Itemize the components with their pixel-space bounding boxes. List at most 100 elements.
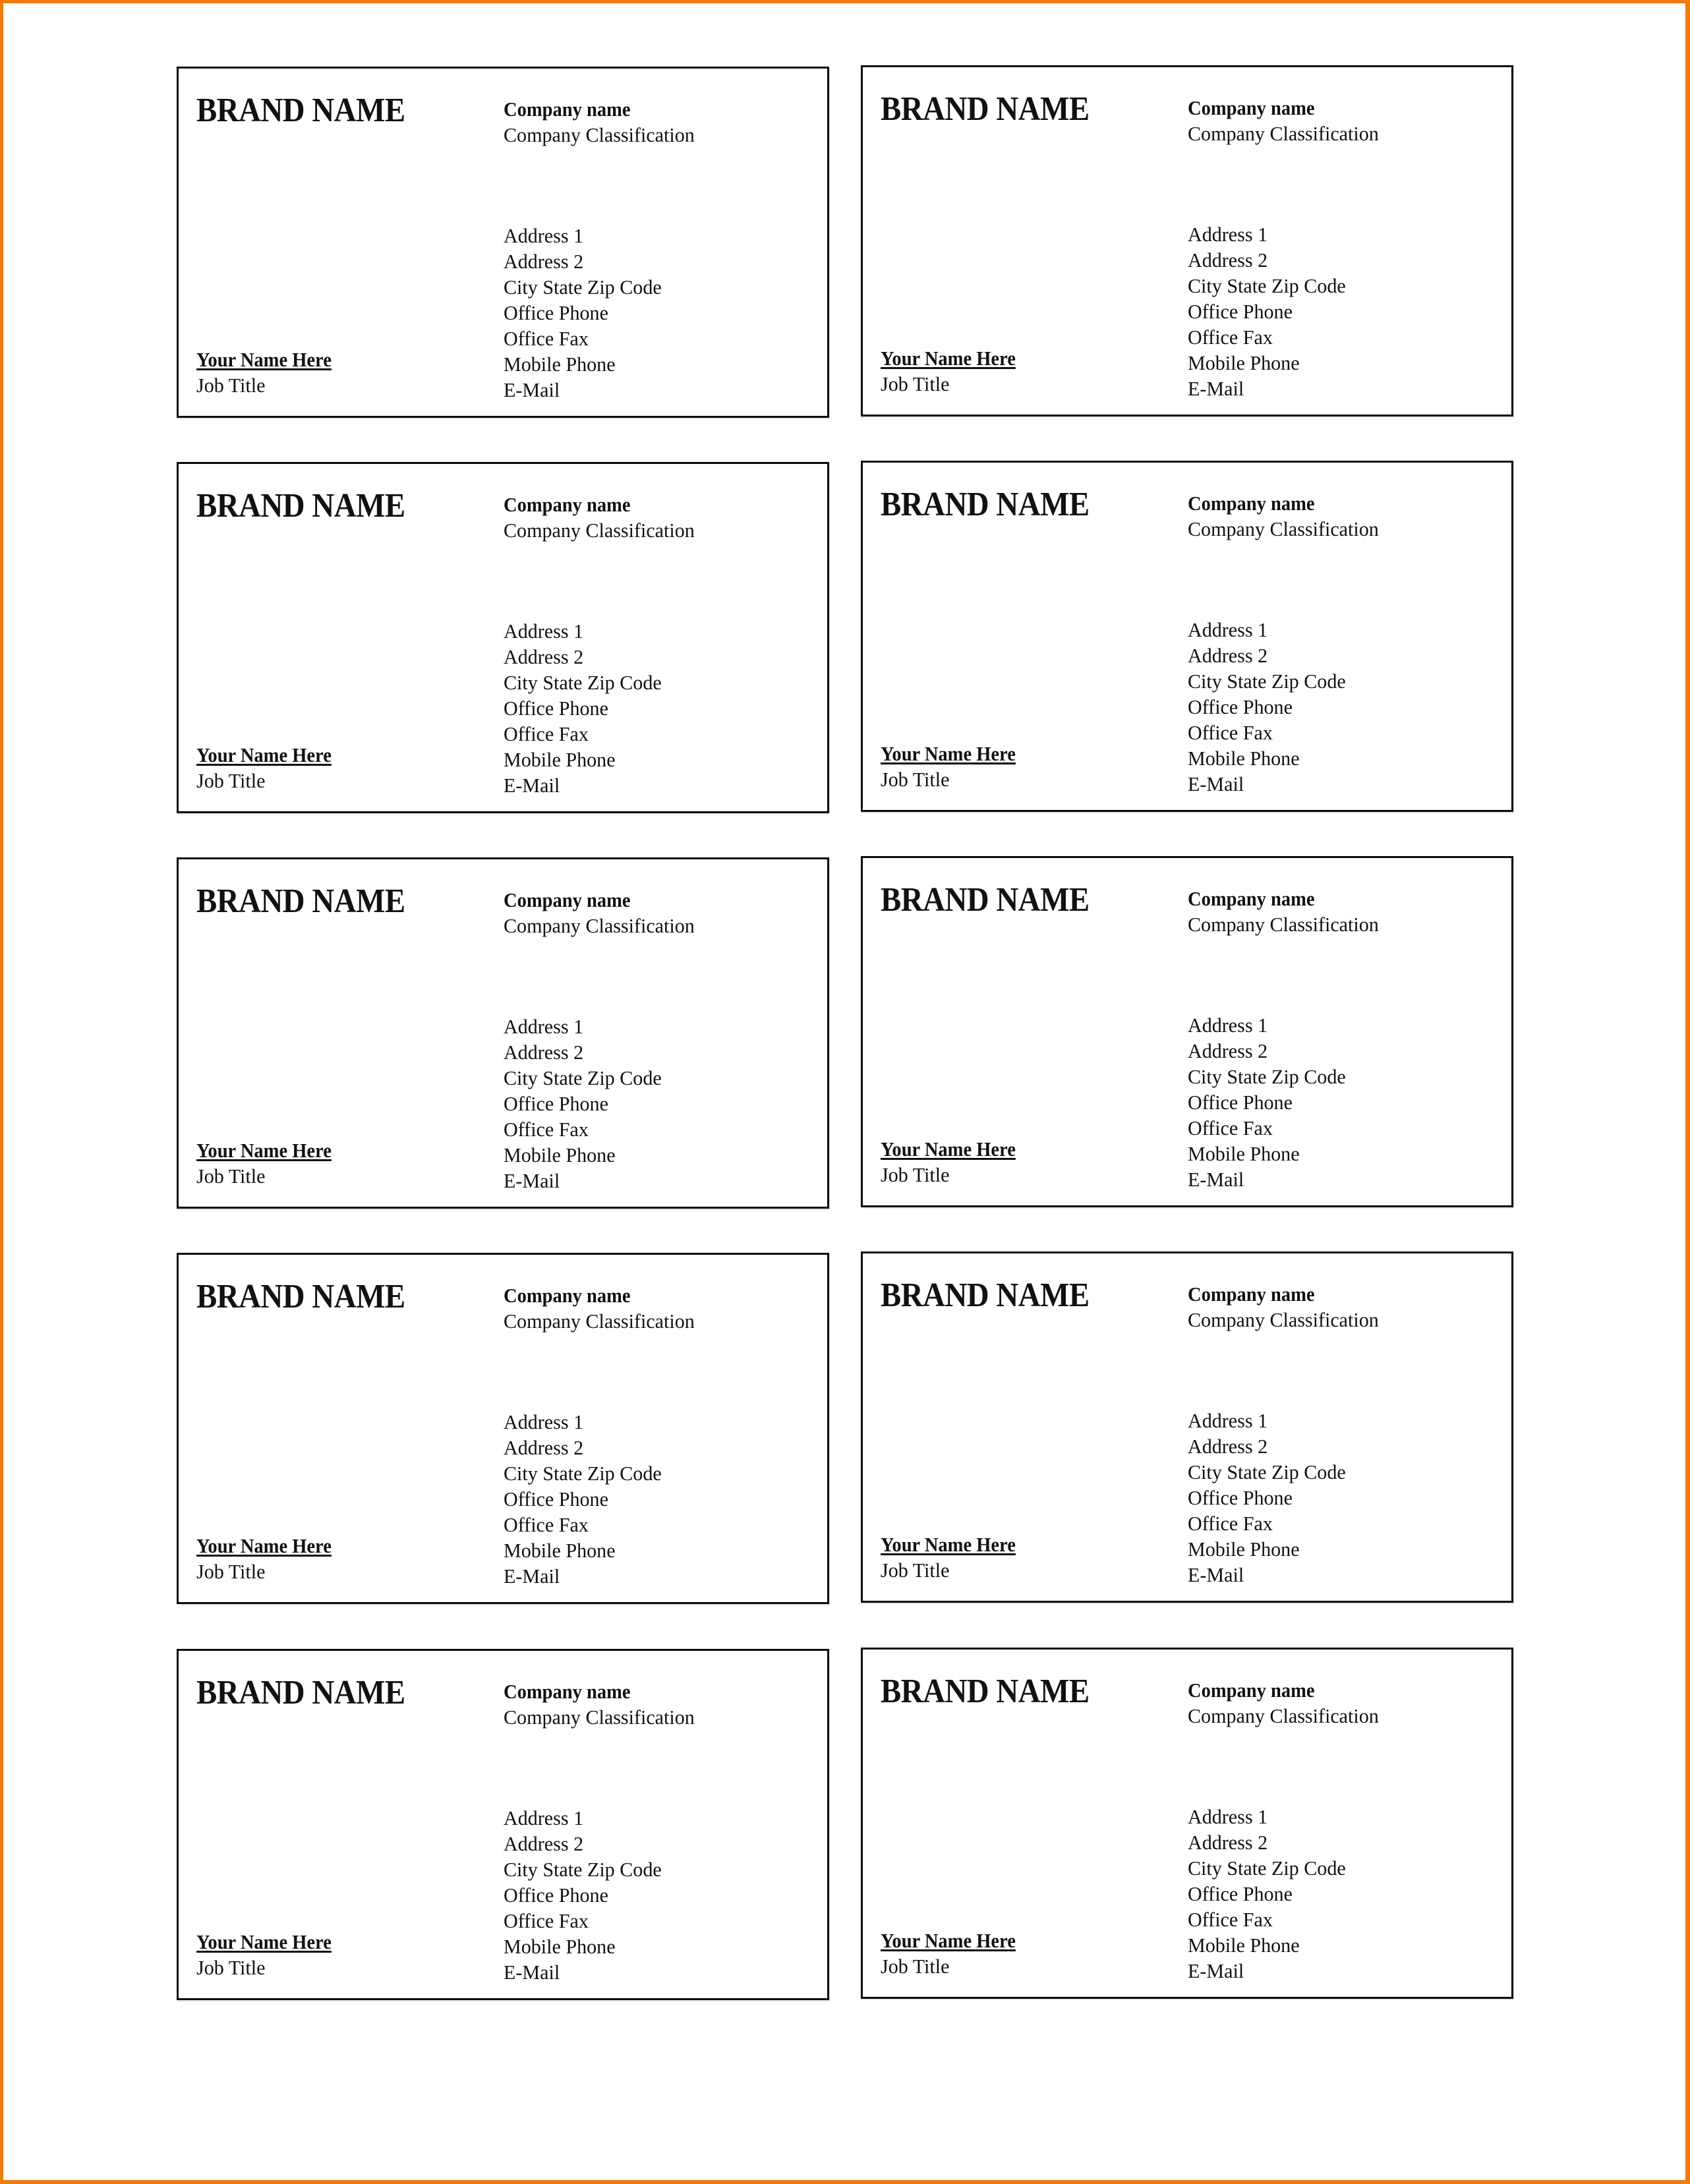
contact-city-state-zip: City State Zip Code <box>1188 1460 1346 1483</box>
contact-list: Address 1 Address 2 City State Zip Code … <box>1188 1804 1351 1984</box>
contact-list: Address 1 Address 2 City State Zip Code … <box>504 618 666 798</box>
job-title: Job Title <box>196 1560 266 1583</box>
contact-address-2: Address 2 <box>1188 644 1268 667</box>
brand-name: BRAND NAME <box>196 1278 405 1315</box>
contact-email: E-Mail <box>1188 1959 1244 1982</box>
job-title: Job Title <box>196 769 266 792</box>
brand-name: BRAND NAME <box>881 881 1090 919</box>
job-title: Job Title <box>881 372 950 395</box>
contact-mobile-phone: Mobile Phone <box>1188 1934 1300 1957</box>
contact-address-2: Address 2 <box>1188 1831 1268 1854</box>
job-title: Job Title <box>881 1955 950 1978</box>
contact-address-2: Address 2 <box>504 1436 584 1459</box>
contact-office-fax: Office Fax <box>1188 1908 1273 1931</box>
contact-city-state-zip: City State Zip Code <box>504 275 662 299</box>
contact-address-1: Address 1 <box>504 619 584 643</box>
company-classification: Company Classification <box>1188 1704 1379 1727</box>
contact-list: Address 1 Address 2 City State Zip Code … <box>1188 617 1351 797</box>
contact-address-2: Address 2 <box>1188 248 1268 272</box>
business-card-5: BRAND NAME Company name Company Classifi… <box>177 857 829 1209</box>
contact-email: E-Mail <box>504 1169 560 1192</box>
company-name: Company name <box>1188 1282 1315 1306</box>
contact-office-phone: Office Phone <box>1188 300 1293 323</box>
contact-city-state-zip: City State Zip Code <box>1188 1065 1346 1088</box>
contact-email: E-Mail <box>1188 1168 1244 1191</box>
brand-name: BRAND NAME <box>881 486 1090 523</box>
company-classification: Company Classification <box>504 123 695 146</box>
contact-office-phone: Office Phone <box>504 1883 608 1907</box>
contact-mobile-phone: Mobile Phone <box>1188 1537 1300 1561</box>
contact-mobile-phone: Mobile Phone <box>1188 747 1300 770</box>
contact-office-phone: Office Phone <box>504 1487 608 1510</box>
contact-mobile-phone: Mobile Phone <box>1188 351 1300 374</box>
company-name: Company name <box>1188 96 1315 119</box>
company-classification: Company Classification <box>1188 913 1379 936</box>
person-name: Your Name Here <box>196 1139 332 1162</box>
contact-office-fax: Office Fax <box>1188 1512 1273 1535</box>
brand-name: BRAND NAME <box>881 1277 1090 1314</box>
contact-city-state-zip: City State Zip Code <box>504 1462 662 1485</box>
contact-address-1: Address 1 <box>504 1015 584 1038</box>
contact-list: Address 1 Address 2 City State Zip Code … <box>504 1409 666 1589</box>
contact-office-fax: Office Fax <box>504 722 589 745</box>
contact-list: Address 1 Address 2 City State Zip Code … <box>1188 221 1351 401</box>
company-name: Company name <box>504 888 631 911</box>
person-name: Your Name Here <box>881 742 1016 765</box>
company-name: Company name <box>1188 1679 1315 1702</box>
contact-address-1: Address 1 <box>1188 1014 1268 1037</box>
company-name: Company name <box>504 1284 631 1307</box>
contact-email: E-Mail <box>504 1961 560 1984</box>
contact-office-phone: Office Phone <box>1188 695 1293 718</box>
job-title: Job Title <box>881 1559 950 1582</box>
company-classification: Company Classification <box>1188 1308 1379 1331</box>
contact-address-1: Address 1 <box>1188 223 1268 246</box>
contact-list: Address 1 Address 2 City State Zip Code … <box>504 1014 666 1193</box>
business-card-10: BRAND NAME Company name Company Classifi… <box>861 1648 1513 1999</box>
contact-email: E-Mail <box>1188 1563 1244 1586</box>
brand-name: BRAND NAME <box>196 487 405 525</box>
contact-office-phone: Office Phone <box>504 301 608 324</box>
contact-list: Address 1 Address 2 City State Zip Code … <box>1188 1012 1351 1192</box>
company-classification: Company Classification <box>504 914 695 937</box>
brand-name: BRAND NAME <box>196 882 405 920</box>
person-name: Your Name Here <box>881 1929 1016 1952</box>
contact-office-phone: Office Phone <box>1188 1486 1293 1509</box>
company-classification: Company Classification <box>1188 517 1379 540</box>
brand-name: BRAND NAME <box>881 90 1090 128</box>
contact-address-1: Address 1 <box>1188 1409 1268 1432</box>
contact-city-state-zip: City State Zip Code <box>1188 670 1346 693</box>
job-title: Job Title <box>196 1956 266 1979</box>
business-card-8: BRAND NAME Company name Company Classifi… <box>861 1251 1513 1603</box>
company-name: Company name <box>1188 887 1315 910</box>
contact-mobile-phone: Mobile Phone <box>504 1143 616 1166</box>
person-name: Your Name Here <box>196 743 332 766</box>
contact-email: E-Mail <box>504 774 560 797</box>
business-card-7: BRAND NAME Company name Company Classifi… <box>177 1253 829 1604</box>
contact-list: Address 1 Address 2 City State Zip Code … <box>504 223 666 403</box>
business-card-1: BRAND NAME Company name Company Classifi… <box>177 67 829 418</box>
job-title: Job Title <box>196 374 266 397</box>
job-title: Job Title <box>881 1163 950 1186</box>
contact-city-state-zip: City State Zip Code <box>504 1858 662 1881</box>
contact-mobile-phone: Mobile Phone <box>504 1539 616 1562</box>
contact-address-2: Address 2 <box>504 1041 584 1064</box>
business-card-3: BRAND NAME Company name Company Classifi… <box>177 462 829 813</box>
person-name: Your Name Here <box>881 347 1016 370</box>
contact-office-phone: Office Phone <box>504 1092 608 1115</box>
person-name: Your Name Here <box>196 348 332 371</box>
contact-office-phone: Office Phone <box>1188 1091 1293 1114</box>
contact-address-1: Address 1 <box>504 224 584 247</box>
contact-mobile-phone: Mobile Phone <box>504 353 616 376</box>
contact-mobile-phone: Mobile Phone <box>504 748 616 771</box>
brand-name: BRAND NAME <box>881 1673 1090 1710</box>
company-name: Company name <box>504 98 631 121</box>
contact-office-fax: Office Fax <box>504 327 589 350</box>
contact-office-fax: Office Fax <box>1188 1116 1273 1139</box>
contact-city-state-zip: City State Zip Code <box>504 1066 662 1089</box>
contact-list: Address 1 Address 2 City State Zip Code … <box>1188 1408 1351 1588</box>
job-title: Job Title <box>196 1164 266 1188</box>
person-name: Your Name Here <box>196 1930 332 1953</box>
business-card-6: BRAND NAME Company name Company Classifi… <box>861 856 1513 1207</box>
person-name: Your Name Here <box>881 1137 1016 1161</box>
contact-address-2: Address 2 <box>1188 1039 1268 1062</box>
